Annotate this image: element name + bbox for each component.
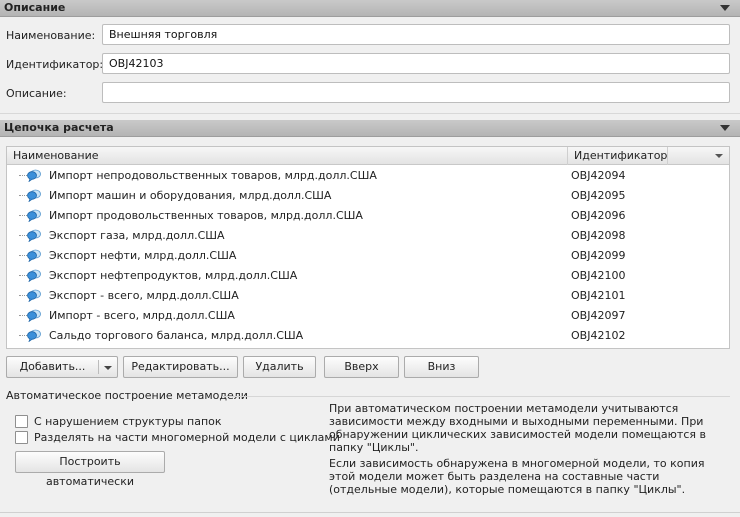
description-section-header[interactable]: Описание (0, 0, 740, 17)
add-dropdown-button[interactable] (98, 356, 118, 378)
delete-button-label: Удалить (255, 360, 304, 373)
bottom-divider (0, 512, 740, 513)
row-name: Экспорт нефтепродуктов, млрд.долл.США (49, 269, 298, 282)
info-text-split: Если зависимость обнаружена в многомерно… (329, 457, 705, 496)
move-down-button-label: Вниз (427, 360, 456, 373)
model-chat-icon (27, 209, 41, 223)
edit-button-label: Редактировать... (131, 360, 230, 373)
move-up-button-label: Вверх (344, 360, 379, 373)
model-chat-icon (27, 269, 41, 283)
add-button[interactable]: Добавить... (6, 356, 98, 378)
table-row[interactable]: Импорт машин и оборудования, млрд.долл.С… (7, 186, 729, 206)
row-identifier: OBJ42096 (571, 209, 626, 222)
row-name: Импорт продовольственных товаров, млрд.д… (49, 209, 363, 222)
column-menu-icon[interactable] (709, 147, 729, 165)
row-name: Сальдо торгового баланса, млрд.долл.США (49, 329, 304, 342)
name-field[interactable]: Внешняя торговля (102, 24, 730, 45)
chain-section-header[interactable]: Цепочка расчета (0, 120, 740, 137)
row-name: Экспорт - всего, млрд.долл.США (49, 289, 239, 302)
row-identifier: OBJ42102 (571, 329, 626, 342)
move-up-button[interactable]: Вверх (324, 356, 399, 378)
collapse-arrow-icon[interactable] (720, 125, 730, 131)
folder-structure-checkbox-label[interactable]: С нарушением структуры папок (34, 415, 222, 428)
collapse-arrow-icon[interactable] (720, 5, 730, 11)
folder-structure-checkbox[interactable] (15, 415, 28, 428)
group-divider (222, 396, 730, 397)
identifier-field[interactable]: OBJ42103 (102, 53, 730, 74)
description-field-label: Описание: (6, 87, 67, 100)
model-chat-icon (27, 189, 41, 203)
row-name: Импорт непродовольственных товаров, млрд… (49, 169, 377, 182)
split-models-checkbox[interactable] (15, 431, 28, 444)
column-header-identifier-label: Идентификатор (574, 149, 668, 162)
chain-section-title: Цепочка расчета (4, 121, 114, 134)
model-chat-icon (27, 309, 41, 323)
edit-button[interactable]: Редактировать... (123, 356, 238, 378)
split-models-checkbox-label[interactable]: Разделять на части многомерной модели с … (34, 431, 340, 444)
description-panel: Наименование: Внешняя торговля Идентифик… (0, 17, 740, 113)
row-name: Импорт машин и оборудования, млрд.долл.С… (49, 189, 332, 202)
row-identifier: OBJ42100 (571, 269, 626, 282)
add-button-label: Добавить... (19, 360, 86, 373)
model-chat-icon (27, 329, 41, 343)
model-chat-icon (27, 289, 41, 303)
model-chat-icon (27, 249, 41, 263)
build-automatically-button[interactable]: Построить автоматически (15, 451, 165, 488)
table-row[interactable]: Импорт продовольственных товаров, млрд.д… (7, 206, 729, 226)
delete-button[interactable]: Удалить (243, 356, 316, 378)
row-name: Импорт - всего, млрд.долл.США (49, 309, 235, 322)
description-section-title: Описание (4, 1, 66, 14)
table-row[interactable]: Экспорт нефти, млрд.долл.США OBJ42099 (7, 246, 729, 266)
row-name: Экспорт нефти, млрд.долл.США (49, 249, 237, 262)
name-field-label: Наименование: (6, 29, 96, 42)
build-automatically-button-label: Построить автоматически (45, 455, 135, 488)
table-row[interactable]: Экспорт газа, млрд.долл.США OBJ42098 (7, 226, 729, 246)
model-chat-icon (27, 169, 41, 183)
identifier-field-label: Идентификатор: (6, 58, 104, 71)
row-name: Экспорт газа, млрд.долл.США (49, 229, 225, 242)
table-row[interactable]: Сальдо торгового баланса, млрд.долл.США O… (7, 326, 729, 346)
row-identifier: OBJ42099 (571, 249, 626, 262)
row-identifier: OBJ42097 (571, 309, 626, 322)
row-identifier: OBJ42094 (571, 169, 626, 182)
grid-header: Наименование Идентификатор (7, 147, 729, 165)
column-header-name-label: Наименование (13, 149, 99, 162)
row-identifier: OBJ42098 (571, 229, 626, 242)
chain-grid[interactable]: Наименование Идентификатор Импорт непрод… (6, 146, 730, 349)
description-field[interactable] (102, 82, 730, 103)
table-row[interactable]: Импорт непродовольственных товаров, млрд… (7, 166, 729, 186)
column-header-identifier[interactable]: Идентификатор (568, 147, 668, 165)
auto-build-group-title: Автоматическое построение метамодели (6, 389, 248, 402)
divider (0, 113, 740, 114)
table-row[interactable]: Импорт - всего, млрд.долл.США OBJ42097 (7, 306, 729, 326)
table-row[interactable]: Экспорт нефтепродуктов, млрд.долл.США OBJ… (7, 266, 729, 286)
move-down-button[interactable]: Вниз (404, 356, 479, 378)
info-text-cycles: При автоматическом построении метамодели… (329, 402, 706, 454)
model-chat-icon (27, 229, 41, 243)
table-row[interactable]: Экспорт - всего, млрд.долл.США OBJ42101 (7, 286, 729, 306)
row-identifier: OBJ42095 (571, 189, 626, 202)
row-identifier: OBJ42101 (571, 289, 626, 302)
column-header-name[interactable]: Наименование (7, 147, 568, 165)
chevron-down-icon (104, 366, 112, 370)
